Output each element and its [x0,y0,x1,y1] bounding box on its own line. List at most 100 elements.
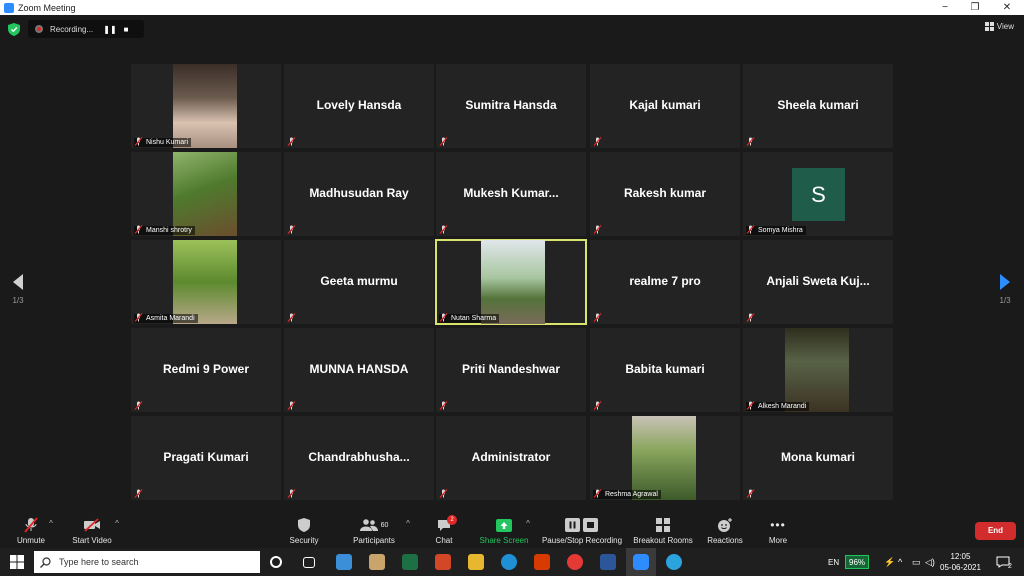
end-meeting-button[interactable]: End [975,522,1016,540]
participant-tile[interactable]: Kajal kumari [590,64,740,148]
participant-tile[interactable]: Anjali Sweta Kuj... [743,240,893,324]
participant-tile[interactable]: Babita kumari [590,328,740,412]
participant-tile[interactable]: Geeta murmu [284,240,434,324]
edge-icon[interactable] [501,554,517,570]
more-button[interactable]: ••• More [764,517,792,545]
participant-tile[interactable]: Lovely Hansda [284,64,434,148]
participant-tile[interactable]: Priti Nandeshwar [436,328,586,412]
app-icon-1[interactable] [336,554,352,570]
powerpoint-icon[interactable] [435,554,451,570]
file-explorer-icon[interactable] [468,554,484,570]
view-button[interactable]: View [984,22,1014,31]
window-title: Zoom Meeting [18,2,76,13]
participant-tile[interactable]: Madhusudan Ray [284,152,434,236]
chrome-icon[interactable] [567,554,583,570]
unmute-button[interactable]: Unmute [14,517,48,545]
participant-tile[interactable]: Rakesh kumar [590,152,740,236]
task-view-icon[interactable] [303,557,315,568]
shield-icon[interactable] [8,23,20,36]
reactions-button[interactable]: Reactions [705,517,745,545]
stop-recording-button[interactable]: ■ [118,25,134,34]
search-placeholder: Type here to search [59,557,139,567]
telegram-icon[interactable] [666,554,682,570]
participant-tile[interactable]: MUNNA HANSDA [284,328,434,412]
breakout-label: Breakout Rooms [633,536,693,545]
participant-name: Rakesh kumar [623,186,707,200]
language-indicator[interactable]: EN [828,548,839,576]
volume-icon[interactable]: ◁) [925,548,935,576]
participant-name-label: Alkesh Marandi [746,402,810,411]
clock[interactable]: 12:05 05-06-2021 [940,548,981,576]
participant-tile[interactable]: Nutan Sharma [435,239,587,325]
close-button[interactable]: ✕ [992,0,1022,15]
participant-video [173,64,237,148]
participant-tile[interactable]: Alkesh Marandi [743,328,893,412]
next-page-button[interactable]: 1/3 [995,274,1015,305]
muted-mic-icon [593,137,602,146]
minimize-button[interactable]: − [930,0,960,15]
taskbar-search-box[interactable]: Type here to search [34,551,260,573]
muted-mic-icon [746,489,755,498]
participants-button[interactable]: 60 Participants [348,517,400,545]
store-icon[interactable] [369,554,385,570]
zoom-taskbar-active[interactable] [626,548,656,576]
participant-name-label: Asmita Marandi [134,314,198,323]
battery-percent[interactable]: 96% [845,555,870,569]
notification-center[interactable]: 2 [996,548,1012,576]
power-icon[interactable]: ⚡ [884,548,895,576]
share-screen-label: Share Screen [479,536,529,545]
participant-name: Administrator [471,450,551,464]
chat-button[interactable]: 2 Chat [430,515,458,545]
share-options-caret[interactable]: ^ [524,519,532,528]
video-options-caret[interactable]: ^ [113,519,121,528]
start-video-button[interactable]: Start Video [68,517,116,545]
participant-tile[interactable]: Mukesh Kumar... [436,152,586,236]
breakout-rooms-button[interactable]: Breakout Rooms [632,517,694,545]
muted-mic-icon [746,225,755,234]
participant-tile[interactable]: Chandrabhusha... [284,416,434,500]
participant-tile[interactable]: Manshi shrotry [131,152,281,236]
security-shield-icon [298,518,310,532]
participant-tile[interactable]: Redmi 9 Power [131,328,281,412]
muted-mic-icon [439,489,448,498]
participant-tile[interactable]: Administrator [436,416,586,500]
cortana-icon[interactable] [270,556,282,568]
security-label: Security [289,536,319,545]
chat-label: Chat [435,536,453,545]
participant-tile[interactable]: Sheela kumari [743,64,893,148]
office-icon[interactable] [534,554,550,570]
security-button[interactable]: Security [284,517,324,545]
participant-video [173,152,237,236]
recording-label: Pause/Stop Recording [541,536,623,545]
page-indicator-right: 1/3 [999,296,1011,305]
participant-name: Madhusudan Ray [309,186,409,200]
windows-taskbar: Type here to search EN 96% ⚡ ^ ▭ ◁) 12:0… [0,548,1024,576]
share-screen-button[interactable]: Share Screen [478,517,530,545]
pause-stop-recording-button[interactable]: Pause/Stop Recording [540,517,624,545]
participant-video [785,328,849,412]
meeting-topbar [0,15,1024,43]
muted-mic-icon [439,137,448,146]
grid-view-icon [984,22,994,31]
participant-tile[interactable]: Asmita Marandi [131,240,281,324]
participant-tile[interactable]: Pragati Kumari [131,416,281,500]
excel-icon[interactable] [402,554,418,570]
word-icon[interactable] [600,554,616,570]
participant-tile[interactable]: Reshma Agrawal [590,416,740,500]
participant-tile[interactable]: realme 7 pro [590,240,740,324]
participant-name: realme 7 pro [629,274,701,288]
maximize-button[interactable]: ❐ [960,0,990,15]
participants-options-caret[interactable]: ^ [404,519,412,528]
chevron-up-icon[interactable]: ^ [898,548,902,576]
participant-tile[interactable]: Sumitra Hansda [436,64,586,148]
audio-options-caret[interactable]: ^ [47,519,55,528]
previous-page-button[interactable]: 1/3 [8,274,28,305]
participant-tile[interactable]: Mona kumari [743,416,893,500]
battery-icon[interactable]: ▭ [912,548,921,576]
participant-tile[interactable]: S Somya Mishra [743,152,893,236]
participant-video [481,240,545,324]
pause-recording-button[interactable]: ❚❚ [102,25,118,34]
participant-avatar: S [792,168,845,221]
participant-tile[interactable]: Nishu Kumari [131,64,281,148]
windows-start-icon[interactable] [10,555,24,569]
